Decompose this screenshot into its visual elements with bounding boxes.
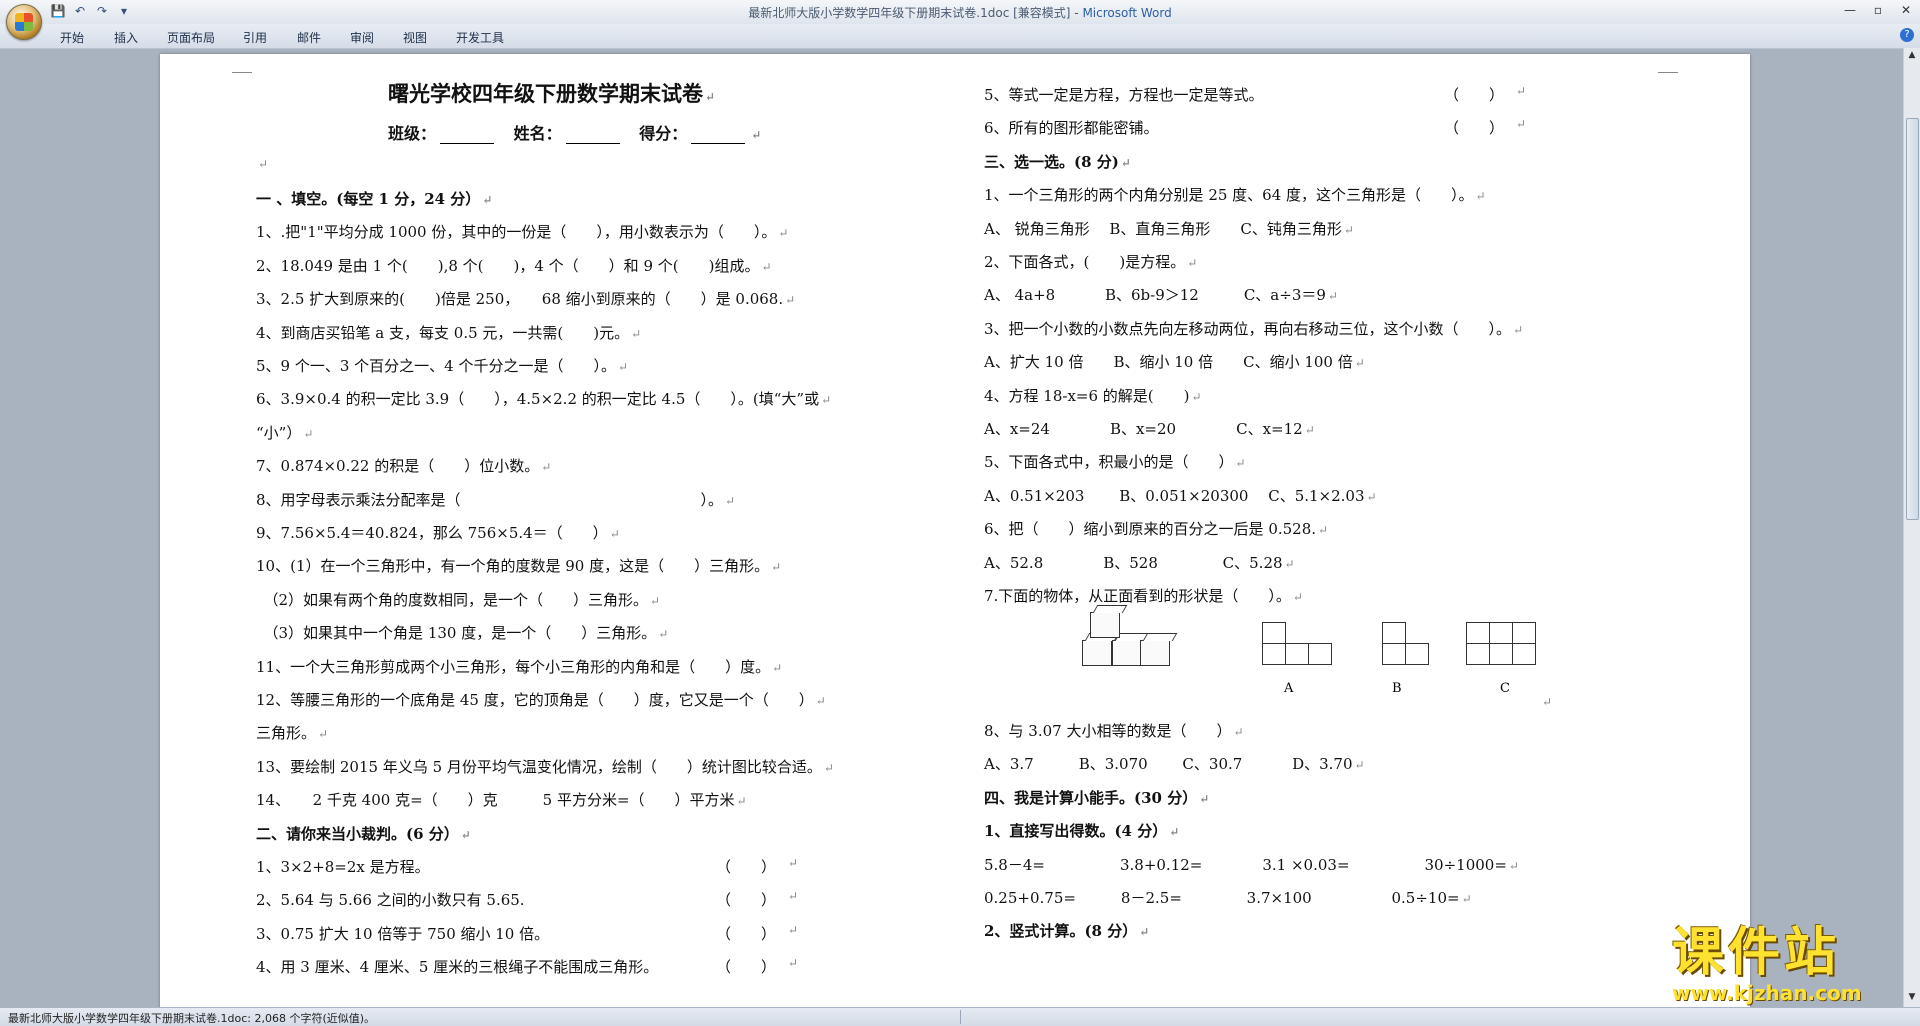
judge-answer-blank: （ ） — [716, 858, 777, 876]
doc-line: 9、7.56×5.4＝40.824，那么 756×5.4＝（ ） ↵ — [256, 524, 620, 542]
doc-line: （2）如果有两个角的度数相同，是一个（ ）三角形。 ↵ — [256, 590, 661, 609]
doc-line: A、扩大 10 倍 B、缩小 10 倍 C、缩小 100 倍 ↵ — [984, 353, 1365, 372]
vertical-scrollbar[interactable]: ▲ ▼ — [1903, 48, 1920, 1008]
document-page[interactable]: 曙光学校四年级下册数学期末试卷 ↵ 班级： 姓名： 得分： ↵ ↵ 一 、填空。(每… — [160, 54, 1750, 1009]
doc-line: A、3.7 B、3.070 C、30.7 D、3.70 ↵ — [984, 755, 1365, 774]
doc-line: 三、选一选。(8 分) ↵ — [984, 152, 1131, 171]
doc-line: 11、一个大三角形剪成两个小三角形，每个小三角形的内角和是（ ）度。 ↵ — [256, 657, 783, 676]
doc-line: （3）如果其中一个角是 130 度，是一个（ ）三角形。 ↵ — [256, 624, 669, 643]
scroll-down-icon[interactable]: ▼ — [1906, 992, 1918, 1004]
doc-line: 0.25+0.75= 8－2.5= 3.7×100 0.5÷10= ↵ — [984, 889, 1472, 907]
judge-answer-blank: （ ） — [716, 891, 777, 910]
tab-references[interactable]: 引用 — [243, 29, 267, 46]
doc-line: 3、把一个小数的小数点先向左移动两位，再向右移动三位，这个小数（ ）。 ↵ — [984, 319, 1524, 338]
tab-page-layout[interactable]: 页面布局 — [167, 29, 215, 46]
tab-home[interactable]: 开始 — [60, 29, 84, 46]
doc-line: A、0.51×203 B、0.051×20300 C、5.1×2.03 ↵ — [984, 486, 1377, 505]
doc-line: 10、(1）在一个三角形中，有一个角的度数是 90 度，这是（ ）三角形。 ↵ — [256, 557, 782, 576]
margin-corner — [1658, 60, 1678, 73]
empty-paragraph: ↵ — [258, 157, 269, 171]
doc-line: 13、要绘制 2015 年义乌 5 月份平均气温变化情况，绘制（ ）统计图比较合… — [256, 757, 834, 776]
doc-line: 1、3×2+8=2x 是方程。（ ） ↵ — [256, 856, 799, 876]
doc-line: “小”） ↵ — [256, 423, 314, 442]
doc-line: 3、2.5 扩大到原来的( )倍是 250， 68 缩小到原来的（ ）是 0.0… — [256, 290, 796, 309]
doc-line: 12、等腰三角形的一个底角是 45 度，它的顶角是（ ）度，它又是一个（ ） ↵ — [256, 691, 826, 709]
tab-view[interactable]: 视图 — [403, 29, 427, 46]
doc-line: 2、下面各式，( )是方程。 ↵ — [984, 253, 1198, 271]
office-logo-icon — [15, 13, 33, 31]
tab-developer[interactable]: 开发工具 — [456, 29, 504, 46]
doc-line: 5、下面各式中，积最小的是（ ） ↵ — [984, 453, 1246, 472]
scroll-thumb[interactable] — [1906, 118, 1919, 520]
watermark-logo: 课件站 www.kjzhan.com — [1672, 925, 1902, 1005]
tab-insert[interactable]: 插入 — [114, 29, 138, 46]
ribbon-tabs: 开始 插入 页面布局 引用 邮件 审阅 视图 开发工具 ? — [0, 24, 1920, 49]
doc-line: 一 、填空。(每空 1 分，24 分） ↵ — [256, 190, 493, 208]
figure-label-a: A — [1284, 681, 1294, 696]
doc-title: 曙光学校四年级下册数学期末试卷 ↵ — [388, 81, 716, 106]
doc-info-line: 班级： 姓名： 得分： ↵ — [388, 124, 762, 144]
doc-line: 2、5.64 与 5.66 之间的小数只有 5.65. （ ） ↵ — [256, 889, 799, 910]
status-text: 最新北师大版小学数学四年级下册期末试卷.1doc: 2,068 个字符(近似值)… — [8, 1012, 376, 1025]
doc-line: 三角形。 ↵ — [256, 724, 329, 743]
doc-line: 四、我是计算小能手。(30 分） ↵ — [984, 788, 1210, 807]
figure-label-b: B — [1392, 681, 1402, 696]
doc-line: 14、 2 千克 400 克=（ ）克 5 平方分米=（ ）平方米 ↵ — [256, 791, 747, 810]
margin-corner — [232, 60, 252, 73]
tab-review[interactable]: 审阅 — [350, 29, 374, 46]
judge-answer-blank: （ ） — [716, 958, 777, 977]
figure-label-c: C — [1500, 681, 1510, 696]
doc-line: 6、所有的图形都能密铺。（ ） ↵ — [984, 117, 1527, 138]
doc-line: 8、用字母表示乘法分配率是（ ）。 ↵ — [256, 490, 736, 509]
minimize-icon[interactable]: — — [1836, 0, 1864, 20]
doc-line: 4、方程 18-x=6 的解是( ) ↵ — [984, 386, 1202, 405]
doc-line: 5、9 个一、3 个百分之一、4 个千分之一是（ ）。 ↵ — [256, 357, 629, 375]
maximize-icon[interactable]: ▫ — [1864, 0, 1892, 20]
watermark-url: www.kjzhan.com — [1672, 981, 1862, 1005]
scroll-up-icon[interactable]: ▲ — [1906, 50, 1918, 62]
title-bar: 💾 ↶ ↷ ▾ 最新北师大版小学数学四年级下册期末试卷.1doc [兼容模式] … — [0, 0, 1920, 40]
window-controls: — ▫ ✕ — [1836, 0, 1920, 20]
doc-line: 4、到商店买铅笔 a 支，每支 0.5 元，一共需( )元。 ↵ — [256, 323, 642, 342]
judge-answer-blank: （ ） — [1444, 86, 1505, 104]
figure-paragraph-mark: ↵ — [1542, 695, 1553, 709]
doc-line: 2、18.049 是由 1 个( ),8 个( )，4 个（ ）和 9 个( )… — [256, 256, 772, 275]
judge-answer-blank: （ ） — [1444, 119, 1505, 138]
doc-line: 1、直接写出得数。(4 分） ↵ — [984, 822, 1180, 841]
doc-line: 6、把（ ）缩小到原来的百分之一后是 0.528. ↵ — [984, 520, 1329, 539]
close-icon[interactable]: ✕ — [1892, 0, 1920, 20]
doc-line: 二、请你来当小裁判。(6 分） ↵ — [256, 824, 471, 843]
status-bar: 最新北师大版小学数学四年级下册期末试卷.1doc: 2,068 个字符(近似值)… — [0, 1007, 1920, 1026]
doc-line: A、 4a+8 B、6b-9＞12 C、a÷3＝9 ↵ — [984, 286, 1338, 305]
doc-line: 1、一个三角形的两个内角分别是 25 度、64 度，这个三角形是（ ）。 ↵ — [984, 186, 1486, 205]
office-button[interactable] — [6, 4, 42, 40]
doc-line: 4、用 3 厘米、4 厘米、5 厘米的三根绳子不能围成三角形。（ ） ↵ — [256, 956, 799, 977]
doc-line: 2、竖式计算。(8 分） ↵ — [984, 922, 1150, 941]
doc-line: 6、3.9×0.4 的积一定比 3.9（ ），4.5×2.2 的积一定比 4.5… — [256, 390, 832, 409]
doc-line: 8、与 3.07 大小相等的数是（ ） ↵ — [984, 722, 1244, 740]
doc-line: A、x=24 B、x=20 C、x=12 ↵ — [984, 420, 1315, 438]
doc-line: 5.8－4= 3.8+0.12= 3.1 ×0.03= 30÷1000= ↵ — [984, 855, 1519, 874]
doc-line: A、 锐角三角形 B、直角三角形 C、钝角三角形 ↵ — [984, 219, 1354, 238]
doc-line: 3、0.75 扩大 10 倍等于 750 缩小 10 倍。（ ） ↵ — [256, 922, 799, 943]
doc-line: A、52.8 B、528 C、5.28 ↵ — [984, 553, 1295, 572]
doc-line: 7、0.874×0.22 的积是（ ）位小数。 ↵ — [256, 457, 552, 476]
help-icon[interactable]: ? — [1900, 28, 1914, 42]
doc-line: 5、等式一定是方程，方程也一定是等式。（ ） ↵ — [984, 84, 1527, 104]
judge-answer-blank: （ ） — [716, 924, 777, 943]
window-title: 最新北师大版小学数学四年级下册期末试卷.1doc [兼容模式] - Micros… — [748, 6, 1172, 20]
watermark-text: 课件站 — [1672, 923, 1841, 983]
tab-mailings[interactable]: 邮件 — [297, 29, 321, 46]
doc-line: 1、.把"1"平均分成 1000 份，其中的一份是（ ），用小数表示为（ ）。 ↵ — [256, 223, 789, 242]
